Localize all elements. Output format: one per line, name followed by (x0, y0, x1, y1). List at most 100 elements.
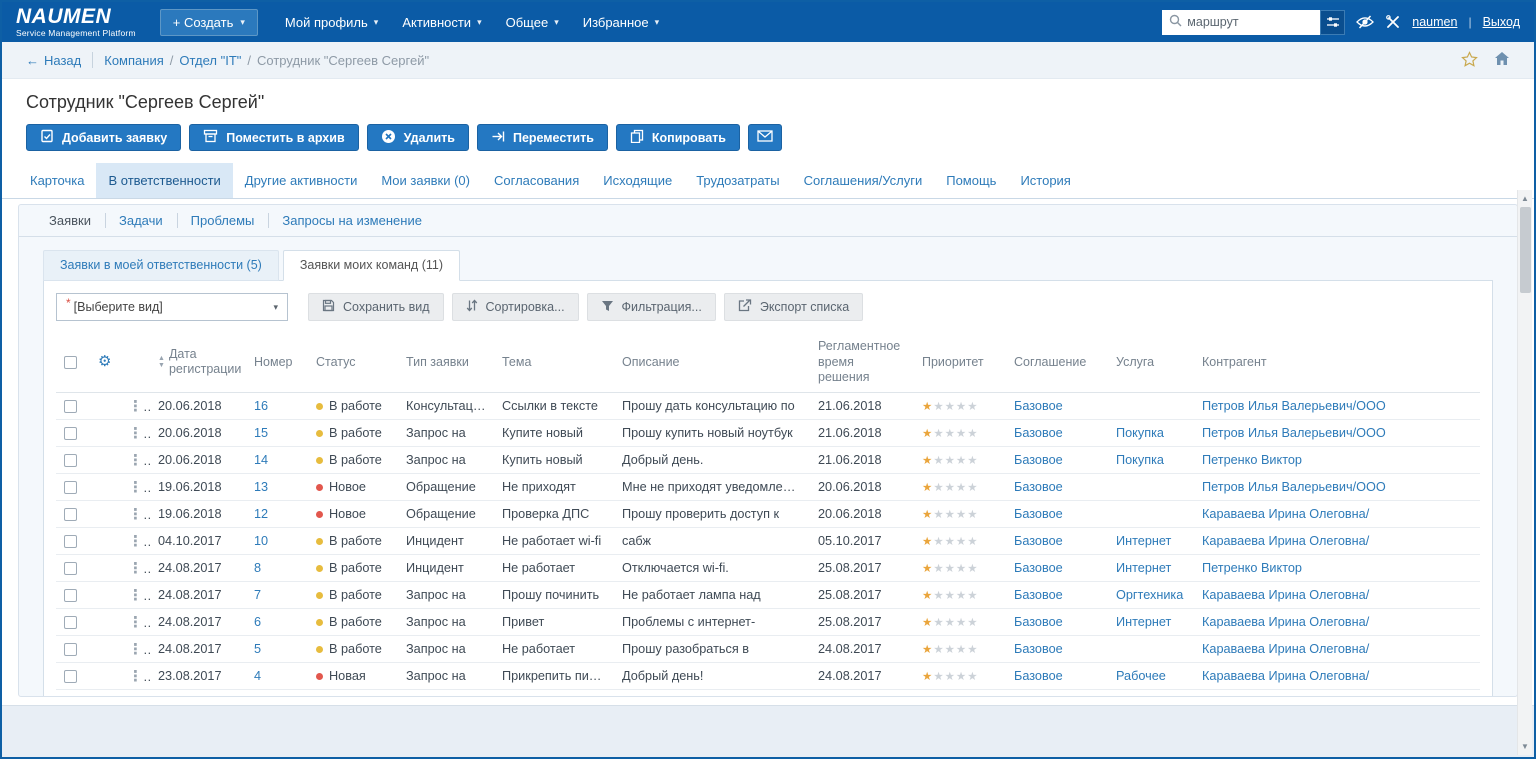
export-button[interactable]: Экспорт списка (723, 293, 864, 321)
search-settings-button[interactable] (1320, 9, 1346, 35)
agreement-link[interactable]: Базовое (1014, 669, 1063, 683)
service-link[interactable]: Рабочее (1116, 669, 1166, 683)
topbar-menu[interactable]: Общее ▾ (495, 9, 570, 36)
service-link[interactable]: Интернет (1116, 615, 1171, 629)
home-icon[interactable] (1494, 51, 1510, 69)
row-menu-icon[interactable]: ⋮ (128, 506, 150, 523)
main-tab[interactable]: Согласования (482, 163, 591, 198)
counterparty-link[interactable]: Караваева Ирина Олеговна/ (1202, 669, 1369, 683)
hide-interface-icon[interactable] (1356, 15, 1375, 29)
columns-settings-icon[interactable]: ⚙ (98, 353, 111, 370)
search-input[interactable] (1187, 15, 1314, 29)
scroll-up-icon[interactable]: ▲ (1521, 190, 1529, 207)
view-select[interactable]: * [Выберите вид] ▾ (56, 293, 288, 321)
scrollbar-thumb[interactable] (1519, 207, 1531, 293)
request-number-link[interactable]: 5 (254, 642, 261, 656)
request-number-link[interactable]: 15 (254, 426, 268, 440)
counterparty-link[interactable]: Караваева Ирина Олеговна/ (1202, 588, 1369, 602)
sub-tab[interactable]: Запросы на изменение (268, 205, 436, 236)
request-number-link[interactable]: 16 (254, 399, 268, 413)
row-checkbox[interactable] (64, 669, 77, 683)
counterparty-link[interactable]: Петренко Виктор (1202, 561, 1302, 575)
main-tab[interactable]: Трудозатраты (684, 163, 791, 198)
counterparty-link[interactable]: Караваева Ирина Олеговна/ (1202, 534, 1369, 548)
row-menu-icon[interactable]: ⋮ (128, 425, 150, 442)
row-menu-icon[interactable]: ⋮ (128, 479, 150, 496)
favorite-star-icon[interactable] (1461, 50, 1478, 70)
request-number-link[interactable]: 4 (254, 669, 261, 683)
row-menu-icon[interactable]: ⋮ (128, 533, 150, 550)
move-button[interactable]: Переместить (476, 124, 608, 151)
filter-button[interactable]: Фильтрация... (586, 293, 716, 321)
agreement-link[interactable]: Базовое (1014, 507, 1063, 521)
topbar-menu[interactable]: Мой профиль ▾ (274, 9, 389, 36)
counterparty-link[interactable]: Караваева Ирина Олеговна/ (1202, 642, 1369, 656)
row-checkbox[interactable] (64, 426, 77, 440)
agreement-link[interactable]: Базовое (1014, 588, 1063, 602)
row-checkbox[interactable] (64, 507, 77, 521)
row-menu-icon[interactable]: ⋮ (128, 587, 150, 604)
save-view-button[interactable]: Сохранить вид (308, 293, 444, 321)
add-request-button[interactable]: Добавить заявку (26, 124, 182, 151)
row-checkbox[interactable] (64, 534, 77, 548)
list-tab[interactable]: Заявки в моей ответственности (5) (43, 250, 279, 281)
main-tab[interactable]: Другие активности (233, 163, 370, 198)
request-number-link[interactable]: 13 (254, 480, 268, 494)
topbar-menu[interactable]: Активности ▾ (391, 9, 492, 36)
scroll-down-icon[interactable]: ▼ (1521, 738, 1529, 755)
row-checkbox[interactable] (64, 399, 77, 413)
service-link[interactable]: Интернет (1116, 534, 1171, 548)
topbar-menu[interactable]: Избранное ▾ (572, 9, 670, 36)
service-link[interactable]: Интернет (1116, 561, 1171, 575)
breadcrumb-link[interactable]: Отдел "IT" (179, 53, 241, 68)
sub-tab[interactable]: Заявки (35, 205, 105, 236)
row-menu-icon[interactable]: ⋮ (128, 614, 150, 631)
sub-tab[interactable]: Проблемы (176, 205, 269, 236)
request-number-link[interactable]: 8 (254, 561, 261, 575)
service-link[interactable]: Покупка (1116, 453, 1164, 467)
mail-button[interactable] (747, 124, 782, 151)
row-checkbox[interactable] (64, 615, 77, 629)
main-tab[interactable]: Исходящие (591, 163, 684, 198)
service-link[interactable]: Покупка (1116, 426, 1164, 440)
counterparty-link[interactable]: Петров Илья Валерьевич/ООО (1202, 426, 1386, 440)
agreement-link[interactable]: Базовое (1014, 399, 1063, 413)
logout-link[interactable]: Выход (1483, 15, 1520, 29)
list-tab[interactable]: Заявки моих команд (11) (282, 250, 460, 281)
sub-tab[interactable]: Задачи (104, 205, 177, 236)
agreement-link[interactable]: Базовое (1014, 642, 1063, 656)
sort-toggle-icon[interactable]: ▲ ▼ (158, 355, 165, 370)
row-checkbox[interactable] (64, 588, 77, 602)
vertical-scrollbar[interactable]: ▲ ▼ (1517, 190, 1532, 755)
request-number-link[interactable]: 14 (254, 453, 268, 467)
request-number-link[interactable]: 10 (254, 534, 268, 548)
row-menu-icon[interactable]: ⋮ (128, 560, 150, 577)
counterparty-link[interactable]: Караваева Ирина Олеговна/ (1202, 507, 1369, 521)
user-link[interactable]: naumen (1412, 15, 1457, 29)
main-tab[interactable]: Карточка (18, 163, 96, 198)
agreement-link[interactable]: Базовое (1014, 480, 1063, 494)
agreement-link[interactable]: Базовое (1014, 561, 1063, 575)
main-tab[interactable]: В ответственности (96, 163, 233, 198)
tools-icon[interactable] (1385, 14, 1401, 30)
counterparty-link[interactable]: Петренко Виктор (1202, 453, 1302, 467)
delete-button[interactable]: Удалить (366, 124, 469, 151)
counterparty-link[interactable]: Петров Илья Валерьевич/ООО (1202, 480, 1386, 494)
row-menu-icon[interactable]: ⋮ (128, 641, 150, 658)
create-button[interactable]: + Создать ▾ (159, 8, 258, 36)
main-tab[interactable]: История (1008, 163, 1082, 198)
service-link[interactable]: Оргтехника (1116, 588, 1183, 602)
main-tab[interactable]: Мои заявки (0) (369, 163, 482, 198)
archive-button[interactable]: Поместить в архив (189, 124, 359, 151)
row-checkbox[interactable] (64, 453, 77, 467)
row-checkbox[interactable] (64, 642, 77, 656)
breadcrumb-link[interactable]: Компания (104, 53, 164, 68)
agreement-link[interactable]: Базовое (1014, 615, 1063, 629)
row-menu-icon[interactable]: ⋮ (128, 452, 150, 469)
row-checkbox[interactable] (64, 561, 77, 575)
counterparty-link[interactable]: Караваева Ирина Олеговна/ (1202, 615, 1369, 629)
row-menu-icon[interactable]: ⋮ (128, 668, 150, 685)
request-number-link[interactable]: 12 (254, 507, 268, 521)
agreement-link[interactable]: Базовое (1014, 534, 1063, 548)
counterparty-link[interactable]: Петров Илья Валерьевич/ООО (1202, 399, 1386, 413)
